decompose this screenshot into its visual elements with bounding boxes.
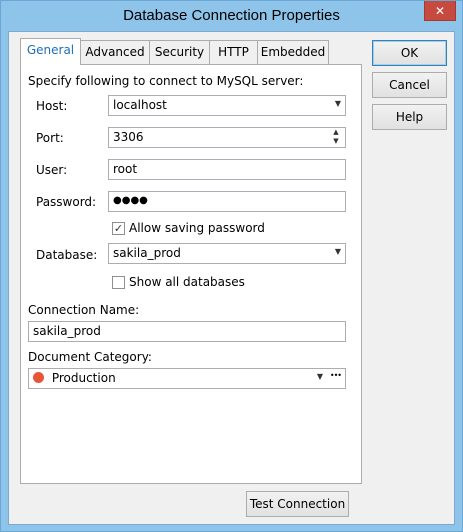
more-options-icon[interactable]: ••• xyxy=(330,371,342,380)
port-stepper[interactable]: 3306 ▲ ▼ xyxy=(108,127,346,148)
database-label: Database: xyxy=(36,248,98,262)
tab-http[interactable]: HTTP xyxy=(209,40,258,64)
database-combo[interactable]: sakila_prod ▼ xyxy=(108,243,346,264)
dialog-window: Database Connection Properties ✕ General… xyxy=(0,0,463,532)
show-all-databases-label[interactable]: Show all databases xyxy=(129,275,245,289)
port-spin[interactable]: ▲ ▼ xyxy=(329,128,343,147)
chevron-down-icon[interactable]: ▼ xyxy=(335,99,341,108)
general-tab-panel: Specify following to connect to MySQL se… xyxy=(20,64,362,484)
password-label: Password: xyxy=(36,195,97,209)
close-icon: ✕ xyxy=(434,3,446,18)
intro-text: Specify following to connect to MySQL se… xyxy=(28,74,304,88)
allow-saving-password-label[interactable]: Allow saving password xyxy=(129,221,265,235)
password-field[interactable]: ●●●● xyxy=(108,191,346,212)
spin-up-icon[interactable]: ▲ xyxy=(329,128,343,137)
host-label: Host: xyxy=(36,99,68,113)
user-value: root xyxy=(113,162,138,176)
user-label: User: xyxy=(36,163,68,177)
user-field[interactable]: root xyxy=(108,159,346,180)
test-connection-button[interactable]: Test Connection xyxy=(246,491,349,517)
close-button[interactable]: ✕ xyxy=(424,1,456,21)
show-all-databases-checkbox[interactable] xyxy=(112,276,125,289)
tab-advanced[interactable]: Advanced xyxy=(80,40,150,64)
document-category-combo[interactable]: Production ▼ ••• xyxy=(28,368,346,389)
document-category-value: Production xyxy=(51,371,116,385)
connection-name-label: Connection Name: xyxy=(28,303,140,317)
port-value: 3306 xyxy=(113,130,144,144)
database-value: sakila_prod xyxy=(113,246,181,260)
check-icon: ✓ xyxy=(113,222,124,235)
window-title: Database Connection Properties xyxy=(123,7,340,24)
port-label: Port: xyxy=(36,131,64,145)
chevron-down-icon[interactable]: ▼ xyxy=(335,247,341,256)
chevron-down-icon[interactable]: ▼ xyxy=(317,372,323,381)
password-value: ●●●● xyxy=(113,195,148,206)
ok-button[interactable]: OK xyxy=(372,40,447,66)
spin-down-icon[interactable]: ▼ xyxy=(329,137,343,146)
tab-embedded[interactable]: Embedded xyxy=(257,40,329,64)
title-bar[interactable]: Database Connection Properties ✕ xyxy=(1,1,462,31)
tab-security[interactable]: Security xyxy=(149,40,210,64)
tab-general[interactable]: General xyxy=(20,38,81,65)
document-category-label: Document Category: xyxy=(28,350,152,364)
connection-name-value: sakila_prod xyxy=(33,324,101,338)
host-value: localhost xyxy=(113,98,167,112)
allow-saving-password-checkbox[interactable]: ✓ xyxy=(112,222,125,235)
cancel-button[interactable]: Cancel xyxy=(372,72,447,98)
help-button[interactable]: Help xyxy=(372,104,447,130)
dialog-client-area: General Advanced Security HTTP Embedded … xyxy=(8,31,455,525)
host-combo[interactable]: localhost ▼ xyxy=(108,95,346,116)
category-color-icon xyxy=(33,372,44,383)
connection-name-field[interactable]: sakila_prod xyxy=(28,321,346,342)
